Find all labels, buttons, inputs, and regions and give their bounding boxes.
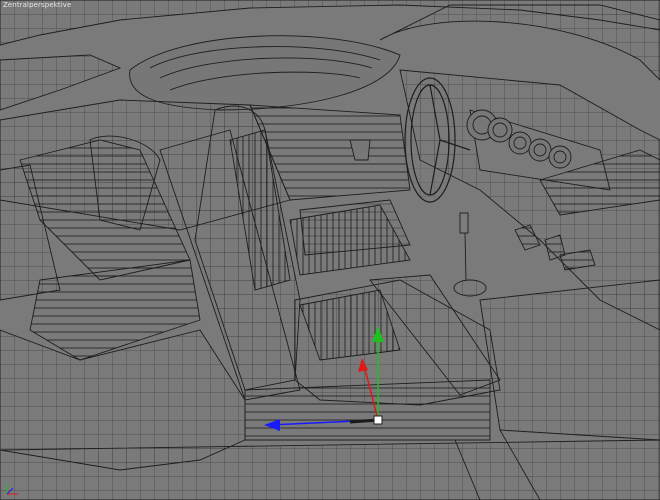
viewport-label[interactable]: Zentralperspektive (3, 1, 71, 9)
3d-viewport[interactable]: Zentralperspektive (0, 0, 660, 500)
wireframe-car-interior (0, 0, 660, 500)
world-axis-icon (6, 483, 18, 495)
